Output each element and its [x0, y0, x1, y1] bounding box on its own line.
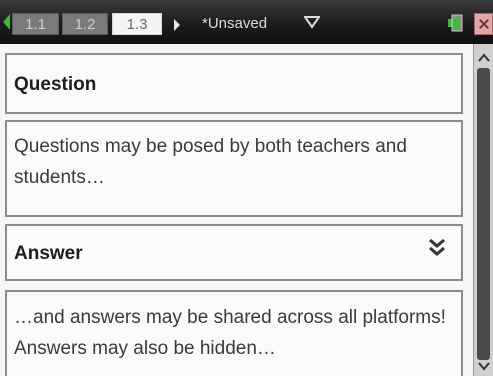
answer-body-box[interactable]: …and answers may be shared across all pl…	[5, 290, 463, 376]
question-text: Questions may be posed by both teachers …	[14, 136, 407, 188]
question-heading: Question	[14, 74, 97, 95]
right-arrow-icon[interactable]	[174, 19, 180, 31]
tab-1-2[interactable]: 1.2	[62, 13, 108, 35]
answer-header-box[interactable]: Answer	[5, 224, 463, 281]
question-header-box[interactable]: Question	[5, 53, 463, 114]
top-bar: 1.1 1.2 1.3 *Unsaved	[0, 0, 493, 44]
scroll-up-icon[interactable]	[478, 52, 490, 62]
notes-page: Question Questions may be posed by both …	[0, 44, 473, 376]
close-icon[interactable]	[474, 13, 493, 35]
document-title[interactable]: *Unsaved	[202, 13, 267, 35]
scroll-thumb[interactable]	[477, 68, 490, 360]
tab-1-1[interactable]: 1.1	[12, 13, 59, 35]
double-chevron-down-icon[interactable]	[427, 238, 447, 258]
answer-text: …and answers may be shared across all pl…	[14, 307, 446, 359]
question-body-box[interactable]: Questions may be posed by both teachers …	[5, 120, 463, 217]
tab-1-3[interactable]: 1.3	[112, 13, 162, 35]
battery-icon	[448, 14, 463, 32]
caret-down-icon[interactable]	[304, 15, 320, 29]
answer-heading: Answer	[14, 243, 83, 264]
scrollbar[interactable]	[473, 44, 493, 376]
scroll-down-icon[interactable]	[478, 362, 490, 372]
left-arrow-icon[interactable]	[3, 14, 10, 30]
